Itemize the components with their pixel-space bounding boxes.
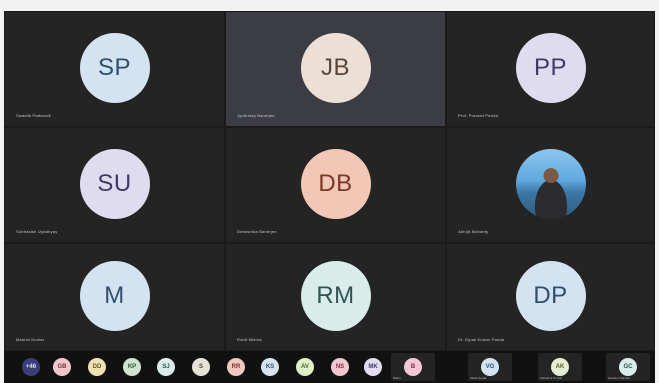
pill-avatar: VG — [481, 358, 499, 376]
participant-avatar: DP — [515, 261, 586, 331]
participant-tile[interactable]: SP Swastik Pattanaik — [4, 11, 225, 127]
mini-avatar[interactable]: DD — [88, 358, 106, 376]
participant-name: Manish Kumar — [16, 337, 45, 342]
mini-avatar[interactable]: S — [192, 358, 210, 376]
participant-name: Dr. Dipak Kumar Panda — [458, 337, 505, 342]
mini-avatar[interactable]: NS — [331, 358, 349, 376]
participant-name: Abhijit Mohanty — [458, 229, 489, 234]
participant-avatar: RM — [300, 261, 371, 331]
participant-name: Debasmita Banerjee — [237, 229, 277, 234]
participant-tile[interactable]: JB Jyotirmay Banerjee — [225, 11, 446, 127]
participant-pill[interactable]: VG Vikas Gupta — [468, 353, 512, 381]
participant-tile[interactable]: DB Debasmita Banerjee — [225, 127, 446, 243]
participant-name: Rohit Mishra — [237, 337, 262, 342]
participant-avatar: DB — [300, 149, 371, 219]
mini-avatar[interactable]: KP — [123, 358, 141, 376]
participant-tile[interactable]: M Manish Kumar — [4, 243, 225, 351]
pill-name: Abhishek Kumar — [540, 376, 563, 380]
mini-avatar[interactable]: MK — [364, 358, 382, 376]
participant-avatar: SU — [79, 149, 150, 219]
participant-name: Swastik Pattanaik — [16, 113, 51, 118]
participant-name: Subhasish Upadhyay — [16, 229, 58, 234]
participant-tile[interactable]: DP Dr. Dipak Kumar Panda — [446, 243, 655, 351]
participant-tile[interactable]: Abhijit Mohanty — [446, 127, 655, 243]
pill-avatar: GC — [619, 358, 637, 376]
participant-strip: +46 GB DD KP SJ S RR KS AV NS MK B Bablu … — [4, 351, 655, 383]
participant-avatar: PP — [515, 33, 586, 103]
participant-pill[interactable]: AK Abhishek Kumar — [538, 353, 582, 381]
participant-photo — [515, 149, 586, 219]
participant-name: Jyotirmay Banerjee — [237, 113, 275, 118]
mini-avatar[interactable]: AV — [296, 358, 314, 376]
participant-tile[interactable]: PP Prof. Pramod Parida — [446, 11, 655, 127]
mini-avatar[interactable]: RR — [227, 358, 245, 376]
pill-avatar: AK — [551, 358, 569, 376]
pill-avatar: B — [404, 358, 422, 376]
meeting-gallery: SP Swastik Pattanaik JB Jyotirmay Banerjee… — [4, 11, 655, 383]
participant-avatar: JB — [300, 33, 371, 103]
pill-name: Bablu — [393, 376, 401, 380]
participant-tile[interactable]: RM Rohit Mishra — [225, 243, 446, 351]
participant-name: Prof. Pramod Parida — [458, 113, 499, 118]
participant-avatar: M — [79, 261, 150, 331]
participant-avatar: SP — [79, 33, 150, 103]
mini-avatar[interactable]: KS — [261, 358, 279, 376]
participant-pill[interactable]: GC Gaurav Chandra — [606, 353, 650, 381]
participant-tile[interactable]: SU Subhasish Upadhyay — [4, 127, 225, 243]
overflow-count-button[interactable]: +46 — [22, 358, 40, 376]
mini-avatar[interactable]: GB — [53, 358, 71, 376]
mini-avatar[interactable]: SJ — [157, 358, 175, 376]
participant-pill[interactable]: B Bablu — [391, 353, 435, 381]
pill-name: Gaurav Chandra — [608, 376, 631, 380]
video-grid: SP Swastik Pattanaik JB Jyotirmay Banerjee… — [4, 11, 655, 351]
pill-name: Vikas Gupta — [470, 376, 487, 380]
